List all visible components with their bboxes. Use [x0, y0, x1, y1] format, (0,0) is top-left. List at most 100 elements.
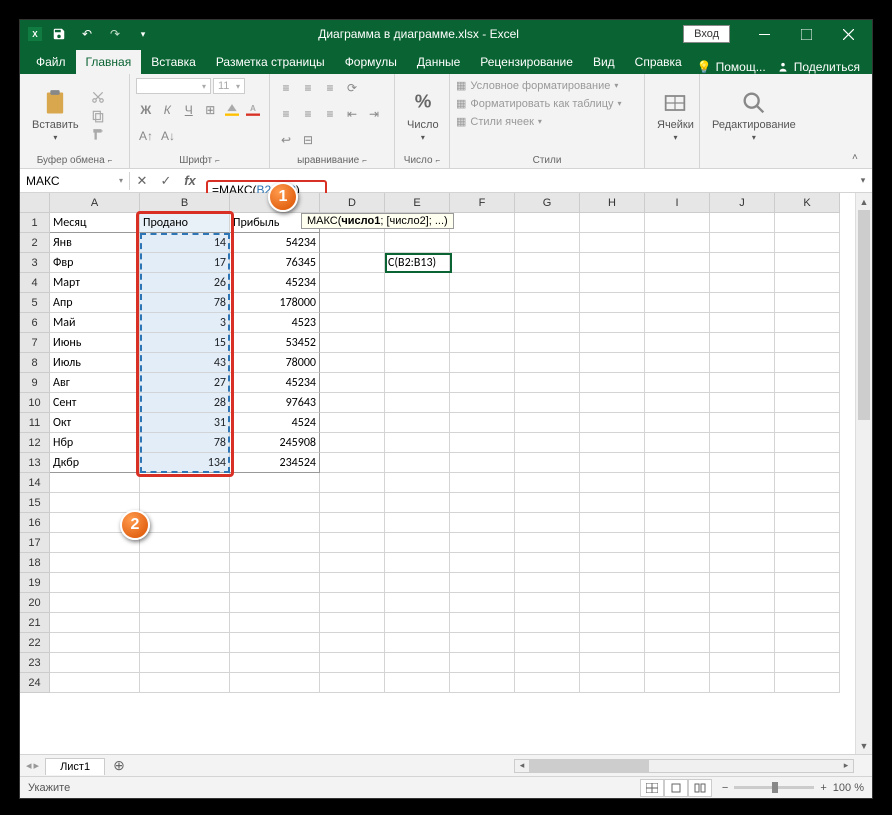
cell-A19[interactable] [50, 573, 140, 593]
border-button[interactable]: ⊞ [201, 100, 221, 120]
cell-J20[interactable] [710, 593, 775, 613]
cell-F22[interactable] [450, 633, 515, 653]
align-left-button[interactable]: ≡ [276, 104, 296, 124]
increase-font-button[interactable]: A↑ [136, 126, 156, 146]
cell-E18[interactable] [385, 553, 450, 573]
undo-button[interactable]: ↶ [76, 23, 98, 45]
collapse-ribbon-button[interactable]: ˄ [852, 152, 866, 166]
zoom-in-button[interactable]: + [820, 782, 826, 794]
maximize-button[interactable] [786, 20, 826, 48]
cell-D9[interactable] [320, 373, 385, 393]
cell-K11[interactable] [775, 413, 840, 433]
cell-G14[interactable] [515, 473, 580, 493]
cell-K18[interactable] [775, 553, 840, 573]
column-header-I[interactable]: I [645, 193, 710, 213]
cell-K7[interactable] [775, 333, 840, 353]
increase-indent-button[interactable]: ⇥ [364, 104, 384, 124]
cell-K10[interactable] [775, 393, 840, 413]
cell-A21[interactable] [50, 613, 140, 633]
column-header-G[interactable]: G [515, 193, 580, 213]
dialog-launcher-icon[interactable]: ⌐ [108, 156, 113, 165]
cell-D24[interactable] [320, 673, 385, 693]
sheet-nav-prev[interactable]: ◂ [26, 759, 32, 772]
row-header-4[interactable]: 4 [20, 273, 50, 293]
row-header-24[interactable]: 24 [20, 673, 50, 693]
scroll-left-button[interactable]: ◂ [515, 760, 529, 772]
align-center-button[interactable]: ≡ [298, 104, 318, 124]
cell-B1[interactable]: Продано [140, 213, 230, 233]
cell-F3[interactable] [450, 253, 515, 273]
cell-E7[interactable] [385, 333, 450, 353]
cell-E24[interactable] [385, 673, 450, 693]
row-header-22[interactable]: 22 [20, 633, 50, 653]
row-header-19[interactable]: 19 [20, 573, 50, 593]
cell-G22[interactable] [515, 633, 580, 653]
qat-customize-icon[interactable]: ▾ [132, 23, 154, 45]
redo-button[interactable]: ↷ [104, 23, 126, 45]
cell-K12[interactable] [775, 433, 840, 453]
tab-data[interactable]: Данные [407, 50, 470, 74]
row-header-7[interactable]: 7 [20, 333, 50, 353]
cell-D8[interactable] [320, 353, 385, 373]
cell-E21[interactable] [385, 613, 450, 633]
cell-F15[interactable] [450, 493, 515, 513]
cell-I16[interactable] [645, 513, 710, 533]
cell-D11[interactable] [320, 413, 385, 433]
cell-A23[interactable] [50, 653, 140, 673]
align-bottom-button[interactable]: ≡ [320, 78, 340, 98]
cell-A4[interactable]: Март [50, 273, 140, 293]
cell-C5[interactable]: 178000 [230, 293, 320, 313]
cell-A10[interactable]: Сент [50, 393, 140, 413]
cell-B22[interactable] [140, 633, 230, 653]
cell-H13[interactable] [580, 453, 645, 473]
cell-C16[interactable] [230, 513, 320, 533]
zoom-slider[interactable] [734, 786, 814, 789]
cell-C15[interactable] [230, 493, 320, 513]
cell-H9[interactable] [580, 373, 645, 393]
cell-K6[interactable] [775, 313, 840, 333]
formula-input[interactable]: =МАКС(B2:B13) [202, 179, 854, 183]
row-header-18[interactable]: 18 [20, 553, 50, 573]
row-header-12[interactable]: 12 [20, 433, 50, 453]
cell-F6[interactable] [450, 313, 515, 333]
row-header-17[interactable]: 17 [20, 533, 50, 553]
cell-G21[interactable] [515, 613, 580, 633]
cell-J18[interactable] [710, 553, 775, 573]
cell-J7[interactable] [710, 333, 775, 353]
minimize-button[interactable] [744, 20, 784, 48]
orientation-button[interactable]: ⟳ [342, 78, 362, 98]
cell-C22[interactable] [230, 633, 320, 653]
paste-button[interactable]: Вставить ▾ [26, 87, 85, 144]
cell-J14[interactable] [710, 473, 775, 493]
cell-E17[interactable] [385, 533, 450, 553]
cell-K1[interactable] [775, 213, 840, 233]
cell-I6[interactable] [645, 313, 710, 333]
cell-K2[interactable] [775, 233, 840, 253]
cell-B21[interactable] [140, 613, 230, 633]
page-break-view-button[interactable] [688, 779, 712, 797]
bold-button[interactable]: Ж [136, 100, 156, 120]
cell-I13[interactable] [645, 453, 710, 473]
cancel-formula-button[interactable]: ✕ [130, 170, 154, 192]
row-header-10[interactable]: 10 [20, 393, 50, 413]
horizontal-scrollbar[interactable]: ◂ ▸ [514, 759, 854, 773]
column-header-H[interactable]: H [580, 193, 645, 213]
vscroll-thumb[interactable] [858, 210, 870, 420]
number-format-button[interactable]: % Число ▾ [401, 87, 445, 144]
cell-A20[interactable] [50, 593, 140, 613]
cell-G11[interactable] [515, 413, 580, 433]
cell-G10[interactable] [515, 393, 580, 413]
cell-B19[interactable] [140, 573, 230, 593]
row-header-16[interactable]: 16 [20, 513, 50, 533]
cell-H18[interactable] [580, 553, 645, 573]
cell-H19[interactable] [580, 573, 645, 593]
select-all-corner[interactable] [20, 193, 50, 213]
cell-K3[interactable] [775, 253, 840, 273]
cell-C3[interactable]: 76345 [230, 253, 320, 273]
tab-help[interactable]: Справка [625, 50, 692, 74]
cell-A22[interactable] [50, 633, 140, 653]
cell-F14[interactable] [450, 473, 515, 493]
cell-C8[interactable]: 78000 [230, 353, 320, 373]
cell-J8[interactable] [710, 353, 775, 373]
cell-E12[interactable] [385, 433, 450, 453]
